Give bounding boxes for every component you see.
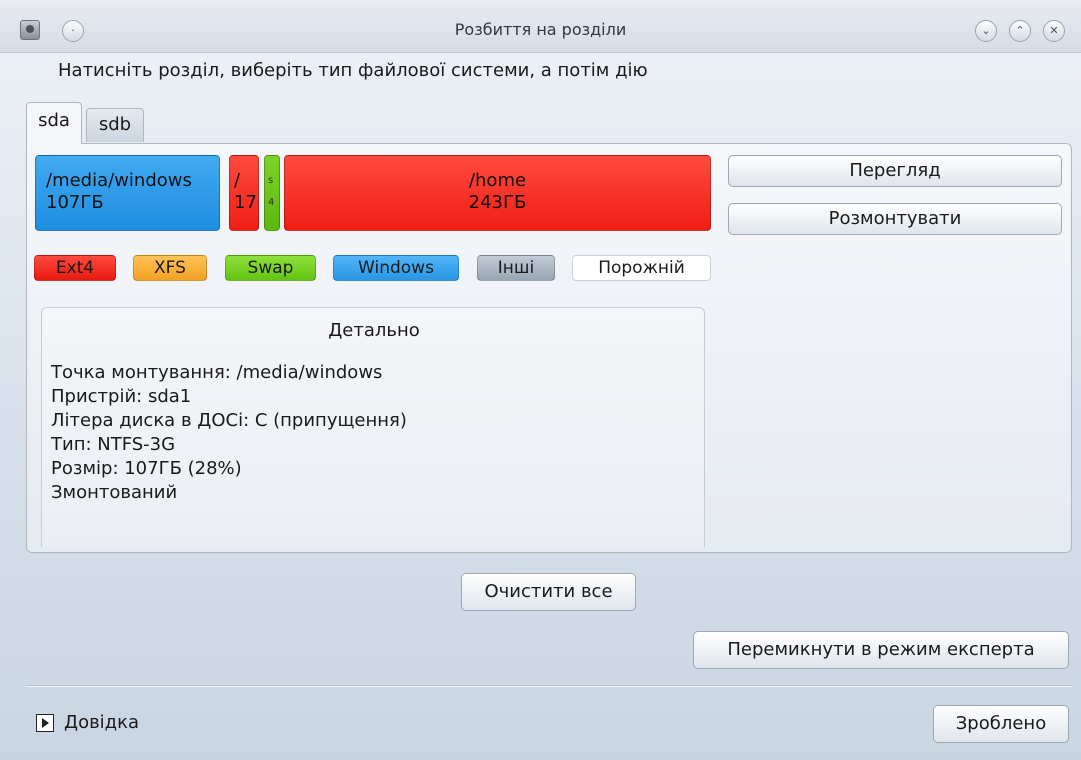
detail-device: Пристрій: sda1 [51, 386, 192, 407]
partition-mount-label: /media/windows [46, 170, 192, 191]
legend-ext4: Ext4 [34, 255, 116, 281]
legend-xfs: XFS [133, 255, 207, 281]
view-button[interactable]: Перегляд [728, 155, 1062, 187]
detail-mount-point: Точка монтування: /media/windows [51, 362, 383, 383]
partition-media-windows[interactable]: /media/windows 107ГБ [35, 155, 220, 231]
triangle-right-icon[interactable] [36, 714, 54, 732]
partitioning-window: · Розбиття на розділи ⌄ ⌃ ✕ Натисніть ро… [0, 0, 1081, 760]
partition-size-label: 17 [234, 192, 257, 213]
chevron-up-icon[interactable]: ⌃ [1009, 20, 1031, 42]
partition-mount-label: / [234, 170, 241, 191]
partition-home[interactable]: /home 243ГБ [284, 155, 711, 231]
chevron-down-icon[interactable]: ⌄ [975, 20, 997, 42]
window-title: Розбиття на розділи [454, 20, 627, 39]
partition-mount-label: s [268, 175, 274, 186]
detail-size: Розмір: 107ГБ (28%) [51, 458, 242, 479]
partition-root[interactable]: / 17 [229, 155, 259, 231]
legend-windows: Windows [333, 255, 459, 281]
detail-mounted: Змонтований [51, 482, 178, 503]
close-icon[interactable]: ✕ [1043, 20, 1065, 42]
partition-size-label: 4 [268, 197, 275, 208]
title-bar: · Розбиття на розділи ⌄ ⌃ ✕ [0, 0, 1081, 53]
help-expander-label[interactable]: Довідка [64, 712, 139, 733]
legend-swap: Swap [225, 255, 316, 281]
partition-size-label: 243ГБ [468, 192, 527, 213]
details-title: Детально [328, 320, 420, 341]
details-lines: Точка монтування: /media/windows Пристрі… [51, 361, 407, 505]
legend-empty: Порожній [572, 255, 711, 281]
details-box: Детально Точка монтування: /media/window… [41, 307, 705, 547]
partition-swap[interactable]: s 4 [264, 155, 280, 231]
separator [26, 685, 1072, 687]
partition-size-label: 107ГБ [46, 192, 104, 213]
tab-sdb[interactable]: sdb [86, 108, 144, 142]
detail-dos-letter: Літера диска в ДОСі: C (припущення) [51, 410, 407, 431]
unmount-button[interactable]: Розмонтувати [728, 203, 1062, 235]
instruction-text: Натисніть розділ, виберіть тип файлової … [58, 60, 648, 81]
tab-sda[interactable]: sda [26, 102, 82, 144]
expert-mode-button[interactable]: Перемикнути в режим експерта [693, 631, 1069, 669]
partition-mount-label: /home [468, 170, 527, 191]
detail-type: Тип: NTFS-3G [51, 434, 176, 455]
done-button[interactable]: Зроблено [933, 705, 1069, 743]
clear-all-button[interactable]: Очистити все [461, 573, 636, 611]
legend-other: Інші [477, 255, 555, 281]
